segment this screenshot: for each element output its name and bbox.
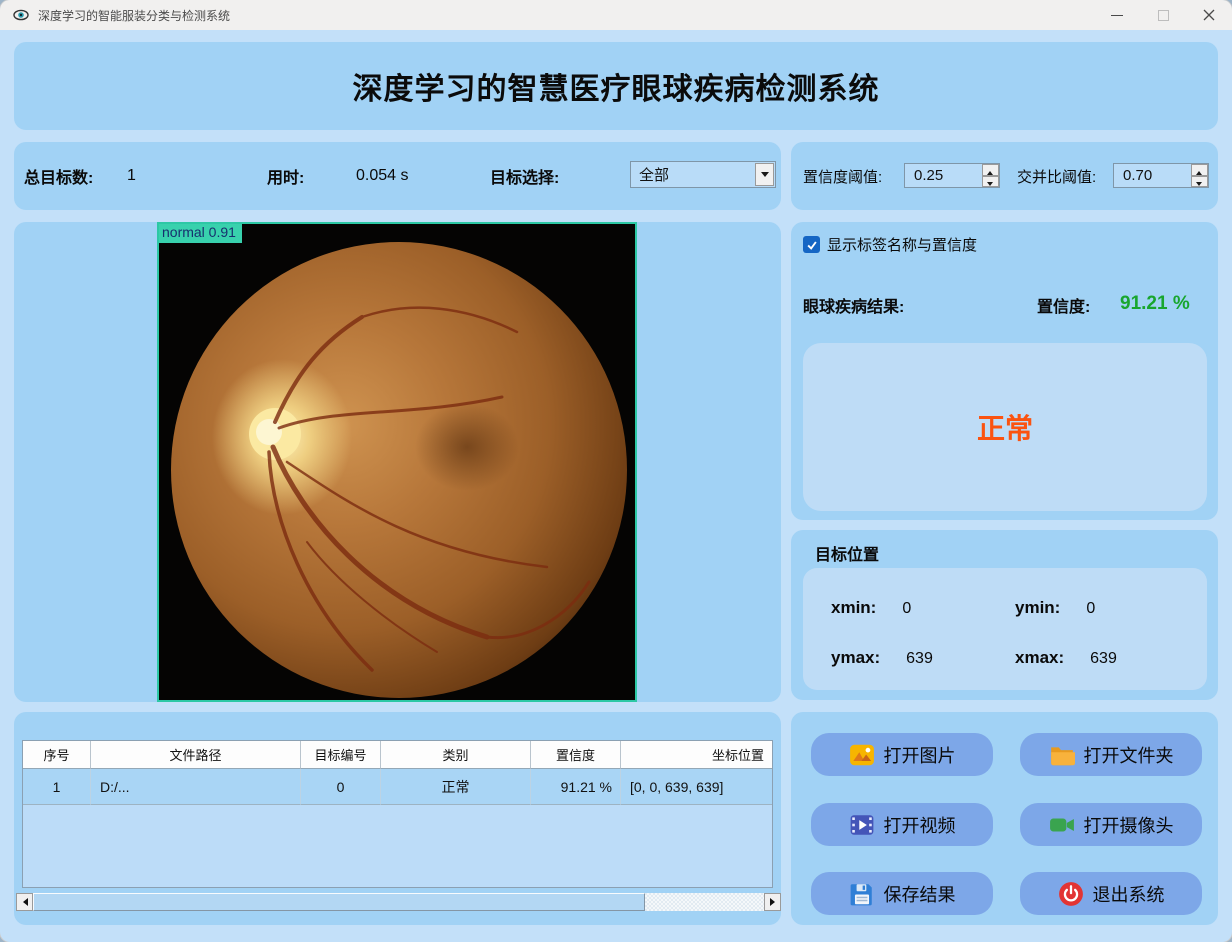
coordinates-box: xmin: 0 ymin: 0 ymax: 639 xmax: 639 <box>803 568 1207 690</box>
ymax-label: ymax: <box>831 648 881 667</box>
arrow-right-icon <box>769 898 779 906</box>
check-icon <box>806 240 817 250</box>
total-targets-label: 总目标数: <box>24 170 94 187</box>
save-icon <box>850 883 872 905</box>
cell-index: 1 <box>23 769 91 805</box>
elapsed-time-value: 0.054 s <box>356 167 409 184</box>
arrow-left-icon <box>19 898 28 906</box>
stats-panel: 总目标数: 1 用时: 0.054 s 目标选择: 全部 <box>14 142 781 210</box>
spin-up-button[interactable] <box>982 164 999 176</box>
image-icon <box>849 744 874 765</box>
camera-icon <box>1049 818 1074 831</box>
target-select-combobox[interactable]: 全部 <box>630 161 776 188</box>
video-icon <box>850 814 873 835</box>
table-row[interactable]: 1 D:/... 0 正常 91.21 % [0, 0, 639, 639] <box>23 769 772 805</box>
detection-bounding-box: normal 0.91 <box>157 222 637 702</box>
iou-threshold-label: 交并比阈值: <box>1017 168 1097 186</box>
xmax-value: 639 <box>1090 650 1117 667</box>
result-confidence-value: 91.21 % <box>1120 293 1190 314</box>
image-viewer-panel: normal 0.91 <box>14 222 781 702</box>
target-position-panel: 目标位置 xmin: 0 ymin: 0 ymax: 639 xmax: 639 <box>791 530 1218 700</box>
col-header-confidence[interactable]: 置信度 <box>531 741 621 769</box>
maximize-button[interactable] <box>1140 0 1186 30</box>
combobox-dropdown-button[interactable] <box>755 163 774 186</box>
xmin-label: xmin: <box>831 598 877 617</box>
app-window: 深度学习的智能服装分类与检测系统 深度学习的智慧医疗眼球疾病检测系统 总目标数:… <box>0 0 1232 942</box>
window-title: 深度学习的智能服装分类与检测系统 <box>38 8 231 23</box>
xmax-label: xmax: <box>1015 648 1065 667</box>
col-header-filepath[interactable]: 文件路径 <box>91 741 301 769</box>
horizontal-scrollbar <box>16 893 781 911</box>
result-panel: 显示标签名称与置信度 眼球疾病结果: 置信度: 91.21 % 正常 <box>791 222 1218 520</box>
folder-icon <box>1050 746 1075 765</box>
cell-confidence: 91.21 % <box>531 769 621 805</box>
header-panel: 深度学习的智慧医疗眼球疾病检测系统 <box>14 42 1218 130</box>
button-label: 打开摄像头 <box>1083 815 1174 836</box>
cell-filepath: D:/... <box>91 769 301 805</box>
scrollbar-track[interactable] <box>645 893 764 911</box>
scroll-left-button[interactable] <box>16 893 33 911</box>
total-targets-value: 1 <box>127 167 136 184</box>
cell-class: 正常 <box>381 769 531 805</box>
confidence-threshold-label: 置信度阈值: <box>803 168 883 186</box>
ymin-label: ymin: <box>1015 598 1061 617</box>
button-label: 退出系统 <box>1092 884 1165 905</box>
confidence-threshold-spinbox[interactable]: 0.25 <box>904 163 1000 188</box>
button-label: 打开视频 <box>883 815 956 836</box>
xmin-value: 0 <box>902 600 912 617</box>
minimize-icon <box>1111 14 1123 16</box>
close-icon <box>1203 9 1215 21</box>
close-button[interactable] <box>1186 0 1232 30</box>
iou-threshold-value[interactable]: 0.70 <box>1114 164 1191 187</box>
open-image-button[interactable]: 打开图片 <box>811 733 993 776</box>
target-position-title: 目标位置 <box>815 547 880 564</box>
ymax-value: 639 <box>906 650 933 667</box>
maximize-icon <box>1157 9 1169 21</box>
minimize-button[interactable] <box>1094 0 1140 30</box>
result-confidence-label: 置信度: <box>1037 299 1091 316</box>
spin-up-button[interactable] <box>1191 164 1208 176</box>
disease-result-label: 眼球疾病结果: <box>803 299 905 316</box>
table-header-row: 序号 文件路径 目标编号 类别 置信度 坐标位置 <box>23 741 772 769</box>
open-camera-button[interactable]: 打开摄像头 <box>1020 803 1202 846</box>
power-icon <box>1058 881 1083 906</box>
scroll-right-button[interactable] <box>764 893 781 911</box>
scrollbar-thumb[interactable] <box>33 893 645 911</box>
cell-target-id: 0 <box>301 769 381 805</box>
target-select-label: 目标选择: <box>490 170 560 187</box>
open-folder-button[interactable]: 打开文件夹 <box>1020 733 1202 776</box>
col-header-position[interactable]: 坐标位置 <box>621 741 772 769</box>
title-bar: 深度学习的智能服装分类与检测系统 <box>0 0 1232 30</box>
show-labels-checkbox[interactable] <box>803 236 820 253</box>
page-title: 深度学习的智慧医疗眼球疾病检测系统 <box>352 73 880 106</box>
target-select-value: 全部 <box>639 167 670 184</box>
thresholds-panel: 置信度阈值: 0.25 交并比阈值: 0.70 <box>791 142 1218 210</box>
col-header-index[interactable]: 序号 <box>23 741 91 769</box>
app-eye-icon <box>13 9 29 21</box>
confidence-threshold-value[interactable]: 0.25 <box>905 164 982 187</box>
col-header-class[interactable]: 类别 <box>381 741 531 769</box>
chevron-down-icon <box>760 172 769 181</box>
iou-threshold-spinbox[interactable]: 0.70 <box>1113 163 1209 188</box>
disease-class-value: 正常 <box>976 413 1033 444</box>
disease-result-box: 正常 <box>803 343 1207 511</box>
button-label: 打开图片 <box>883 745 956 766</box>
bbox-class-label: normal 0.91 <box>159 224 242 243</box>
col-header-target-id[interactable]: 目标编号 <box>301 741 381 769</box>
actions-panel: 打开图片 打开文件夹 打开视频 打开摄像头 保存结果 退出系统 <box>791 712 1218 925</box>
spin-down-button[interactable] <box>982 175 999 187</box>
results-table-panel: 序号 文件路径 目标编号 类别 置信度 坐标位置 1 D:/... 0 正常 9… <box>14 712 781 925</box>
open-video-button[interactable]: 打开视频 <box>811 803 993 846</box>
save-results-button[interactable]: 保存结果 <box>811 872 993 915</box>
results-table: 序号 文件路径 目标编号 类别 置信度 坐标位置 1 D:/... 0 正常 9… <box>22 740 773 888</box>
button-label: 打开文件夹 <box>1083 745 1174 766</box>
spin-down-button[interactable] <box>1191 175 1208 187</box>
fundus-image: normal 0.91 <box>157 222 637 702</box>
show-labels-checkbox-label[interactable]: 显示标签名称与置信度 <box>827 234 977 255</box>
elapsed-time-label: 用时: <box>267 170 305 187</box>
button-label: 保存结果 <box>883 884 956 905</box>
ymin-value: 0 <box>1086 600 1096 617</box>
exit-system-button[interactable]: 退出系统 <box>1020 872 1202 915</box>
cell-position: [0, 0, 639, 639] <box>621 769 772 805</box>
